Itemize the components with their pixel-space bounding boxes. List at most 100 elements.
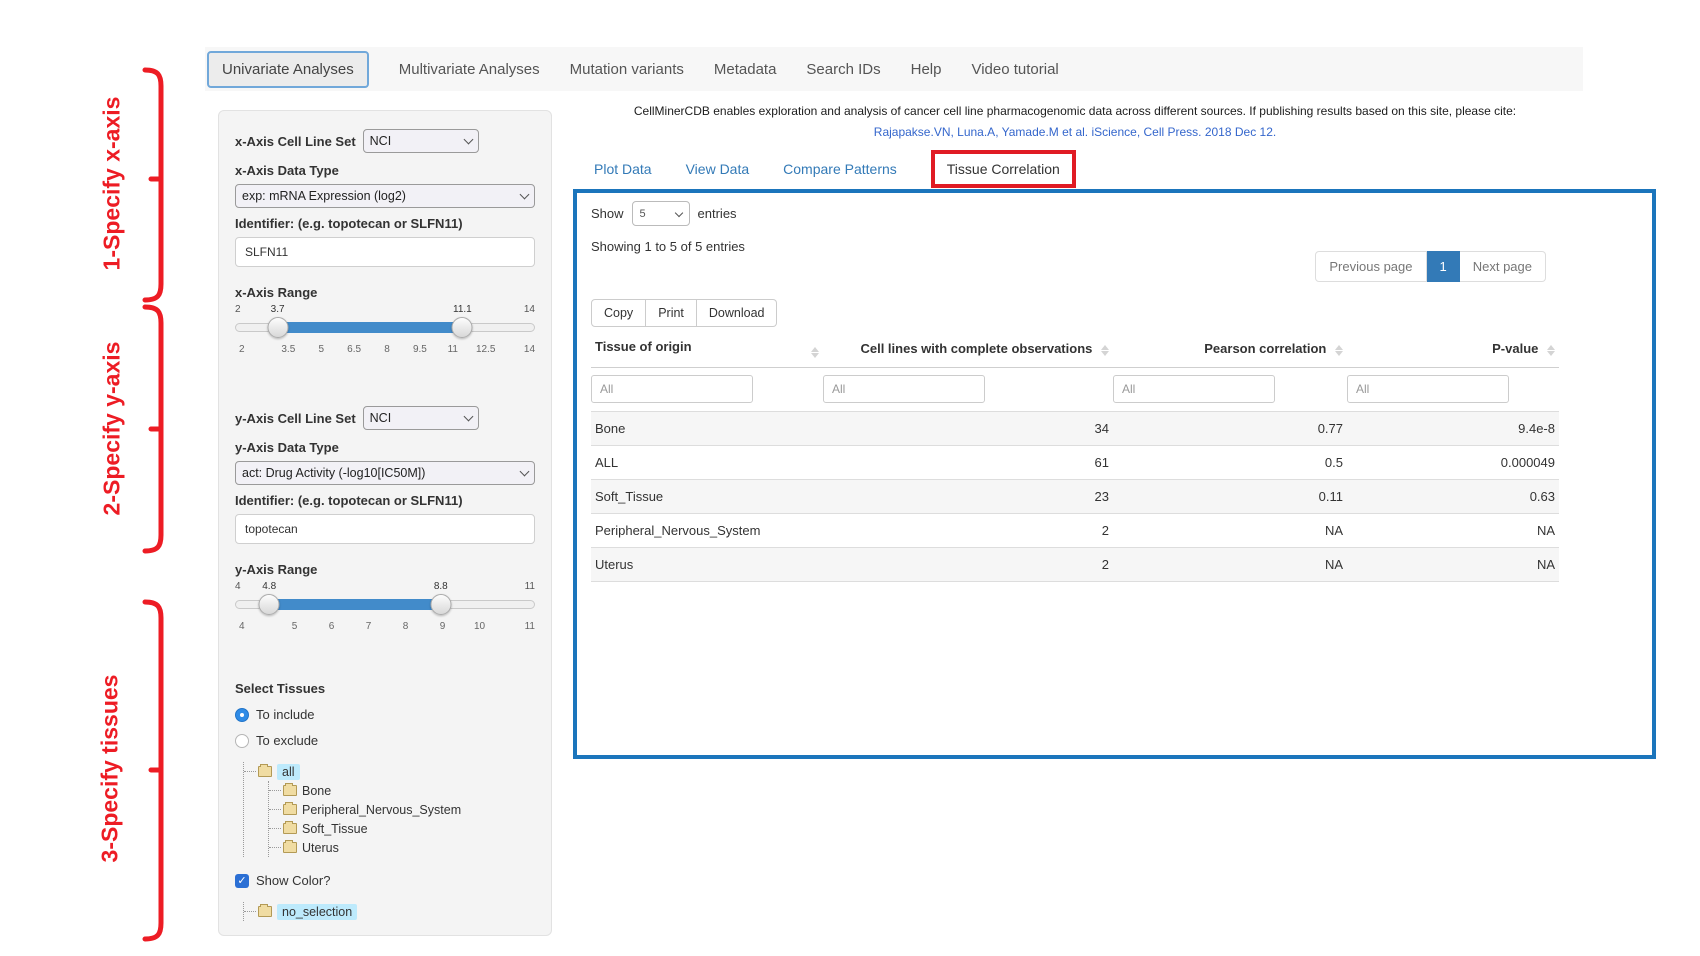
y-axis-cell-line-set-label: y-Axis Cell Line Set (235, 411, 356, 426)
x-axis-range-label: x-Axis Range (235, 285, 535, 300)
filter-p-value-input[interactable] (1347, 375, 1509, 403)
previous-page-button[interactable]: Previous page (1315, 251, 1426, 282)
tree-node-peripheral-nervous-system[interactable]: Peripheral_Nervous_System (269, 800, 535, 819)
page-size-control: Show 5 entries (591, 201, 737, 226)
slider-low-value: 3.7 (271, 304, 285, 315)
nav-tab-help[interactable]: Help (911, 61, 942, 78)
export-buttons: Copy Print Download (591, 299, 777, 327)
tab-plot-data[interactable]: Plot Data (594, 161, 652, 177)
tree-node-bone[interactable]: Bone (269, 781, 535, 800)
y-axis-slider-handle-high[interactable] (430, 594, 451, 615)
column-label: Tissue of origin (595, 339, 692, 354)
y-axis-cell-line-set-value: NCI (370, 411, 392, 425)
table-filter-row (591, 368, 1559, 412)
filter-tissue-input[interactable] (591, 375, 753, 403)
show-label: Show (591, 206, 624, 221)
page-1-button[interactable]: 1 (1427, 251, 1460, 282)
column-header-pearson-correlation[interactable]: Pearson correlation (1113, 333, 1347, 368)
tissues-exclude-label: To exclude (256, 733, 318, 748)
folder-icon (283, 842, 297, 853)
tree-connector (244, 771, 256, 772)
download-button[interactable]: Download (697, 299, 778, 327)
tree-node-uterus[interactable]: Uterus (269, 838, 535, 857)
cell-tissue: Soft_Tissue (591, 480, 823, 514)
copy-button[interactable]: Copy (591, 299, 646, 327)
chevron-down-icon (520, 190, 530, 200)
x-axis-cell-line-set-label: x-Axis Cell Line Set (235, 134, 356, 149)
tree-node-all[interactable]: all (244, 762, 535, 781)
x-axis-identifier-label: Identifier: (e.g. topotecan or SLFN11) (235, 216, 535, 231)
tree-connector (269, 809, 281, 810)
tab-tissue-correlation[interactable]: Tissue Correlation (931, 150, 1076, 188)
folder-icon (283, 804, 297, 815)
slider-fill (278, 322, 463, 333)
table-row[interactable]: ALL 61 0.5 0.000049 (591, 446, 1559, 480)
table-row[interactable]: Peripheral_Nervous_System 2 NA NA (591, 514, 1559, 548)
x-axis-range-slider: 2 3.7 11.1 14 2 3.5 5 6.5 8 9.5 11 12.5 (235, 304, 535, 360)
column-header-tissue-of-origin[interactable]: Tissue of origin (591, 333, 823, 368)
table-row[interactable]: Bone 34 0.77 9.4e-8 (591, 412, 1559, 446)
page-size-select[interactable]: 5 (632, 201, 690, 226)
nav-tab-search-ids[interactable]: Search IDs (806, 61, 880, 78)
cell-tissue: Peripheral_Nervous_System (591, 514, 823, 548)
x-axis-data-type-label: x-Axis Data Type (235, 163, 535, 178)
tick-label: 5 (276, 621, 313, 632)
show-color-checkbox[interactable]: ✓ Show Color? (235, 873, 535, 888)
tab-view-data[interactable]: View Data (686, 161, 750, 177)
y-axis-slider-handle-low[interactable] (259, 594, 280, 615)
citation-link[interactable]: Rajapakse.VN, Luna.A, Yamade.M et al. iS… (565, 125, 1585, 139)
cell-pearson: 0.77 (1113, 412, 1347, 446)
table-row[interactable]: Uterus 2 NA NA (591, 548, 1559, 582)
x-axis-slider-handle-low[interactable] (267, 317, 288, 338)
tissues-include-radio[interactable]: To include (235, 707, 535, 722)
app-canvas: 1-Specify x-axis 2-Specify y-axis 3-Spec… (0, 0, 1700, 956)
nav-tab-metadata[interactable]: Metadata (714, 61, 777, 78)
cell-n-observations: 34 (823, 412, 1113, 446)
cell-n-observations: 2 (823, 548, 1113, 582)
y-axis-identifier-input[interactable] (235, 514, 535, 544)
column-header-cell-lines[interactable]: Cell lines with complete observations (823, 333, 1113, 368)
tree-connector (269, 828, 281, 829)
y-axis-range-label: y-Axis Range (235, 562, 535, 577)
column-label: Pearson correlation (1204, 341, 1326, 356)
tab-compare-patterns[interactable]: Compare Patterns (783, 161, 897, 177)
column-header-p-value[interactable]: P-value (1347, 333, 1559, 368)
tree-node-no-selection[interactable]: no_selection (244, 902, 535, 921)
print-button[interactable]: Print (646, 299, 697, 327)
table-row[interactable]: Soft_Tissue 23 0.11 0.63 (591, 480, 1559, 514)
cell-n-observations: 61 (823, 446, 1113, 480)
filter-cell-lines-input[interactable] (823, 375, 985, 403)
cell-pearson: 0.11 (1113, 480, 1347, 514)
x-axis-identifier-input[interactable] (235, 237, 535, 267)
x-axis-slider-handle-high[interactable] (452, 317, 473, 338)
tree-node-no-selection-label: no_selection (277, 904, 357, 920)
slider-low-value: 4.8 (262, 581, 276, 592)
annotation-step1-label: 1-Specify x-axis (99, 64, 126, 304)
tree-node-uterus-label: Uterus (302, 841, 339, 855)
filter-pearson-input[interactable] (1113, 375, 1275, 403)
tree-node-soft-tissue[interactable]: Soft_Tissue (269, 819, 535, 838)
tissues-include-label: To include (256, 707, 315, 722)
x-axis-data-type-select[interactable]: exp: mRNA Expression (log2) (235, 184, 535, 208)
y-axis-cell-line-set-select[interactable]: NCI (363, 406, 479, 430)
slider-max-label: 11 (525, 581, 535, 592)
tissues-exclude-radio[interactable]: To exclude (235, 733, 535, 748)
tick-label: 7 (350, 621, 387, 632)
main-nav: Univariate Analyses Multivariate Analyse… (205, 47, 1583, 91)
nav-tab-multivariate-analyses[interactable]: Multivariate Analyses (399, 61, 540, 78)
y-axis-data-type-select[interactable]: act: Drug Activity (-log10[IC50M]) (235, 461, 535, 485)
y-axis-slider-track[interactable] (235, 595, 535, 615)
column-label: Cell lines with complete observations (860, 341, 1092, 356)
x-axis-data-type-value: exp: mRNA Expression (log2) (242, 189, 406, 203)
next-page-button[interactable]: Next page (1460, 251, 1546, 282)
showing-entries-text: Showing 1 to 5 of 5 entries (591, 239, 745, 254)
nav-tab-mutation-variants[interactable]: Mutation variants (570, 61, 684, 78)
nav-tab-video-tutorial[interactable]: Video tutorial (971, 61, 1058, 78)
folder-icon (283, 823, 297, 834)
nav-tab-univariate-analyses[interactable]: Univariate Analyses (207, 51, 369, 88)
cell-p-value: 9.4e-8 (1347, 412, 1559, 446)
radio-unchecked-icon (235, 734, 249, 748)
x-axis-cell-line-set-select[interactable]: NCI (363, 129, 479, 153)
cell-pearson: 0.5 (1113, 446, 1347, 480)
x-axis-slider-track[interactable] (235, 318, 535, 338)
